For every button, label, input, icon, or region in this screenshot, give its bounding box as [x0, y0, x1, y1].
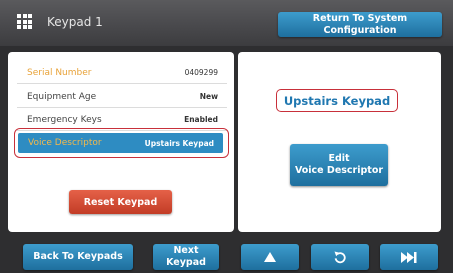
reset-keypad-button[interactable]: Reset Keypad: [69, 190, 172, 214]
voice-descriptor-row[interactable]: Voice Descriptor Upstairs Keypad: [18, 133, 223, 153]
up-arrow-button[interactable]: [241, 244, 299, 270]
voice-descriptor-label: Voice Descriptor: [28, 138, 102, 148]
voice-descriptor-value: Upstairs Keypad: [144, 138, 214, 148]
serial-number-row: Serial Number 0409299: [17, 62, 227, 84]
equipment-age-value: New: [199, 92, 218, 101]
page-title: Keypad 1: [47, 15, 103, 29]
menu-grid-icon[interactable]: [17, 14, 32, 29]
equipment-age-row: Equipment Age New: [17, 86, 227, 108]
up-arrow-icon: [264, 252, 276, 262]
edit-voice-descriptor-button[interactable]: Edit Voice Descriptor: [290, 144, 388, 186]
edit-button-line1: Edit: [328, 153, 350, 164]
emergency-keys-label: Emergency Keys: [27, 114, 102, 125]
voice-descriptor-panel: [238, 52, 441, 232]
current-voice-descriptor: Upstairs Keypad: [276, 89, 398, 112]
fast-forward-icon: [401, 251, 417, 263]
back-to-keypads-button[interactable]: Back To Keypads: [23, 244, 133, 270]
emergency-keys-value: Enabled: [184, 115, 218, 124]
serial-number-label: Serial Number: [27, 67, 92, 78]
next-keypad-button[interactable]: Next Keypad: [153, 244, 219, 270]
undo-button[interactable]: [311, 244, 369, 270]
serial-number-value: 0409299: [184, 68, 218, 77]
fast-forward-button[interactable]: [380, 244, 438, 270]
edit-button-line2: Voice Descriptor: [294, 165, 384, 176]
undo-icon: [334, 251, 346, 264]
header-bar: Keypad 1 Return To System Configuration: [0, 0, 453, 46]
equipment-age-label: Equipment Age: [27, 91, 97, 102]
return-to-system-configuration-button[interactable]: Return To System Configuration: [278, 12, 442, 37]
